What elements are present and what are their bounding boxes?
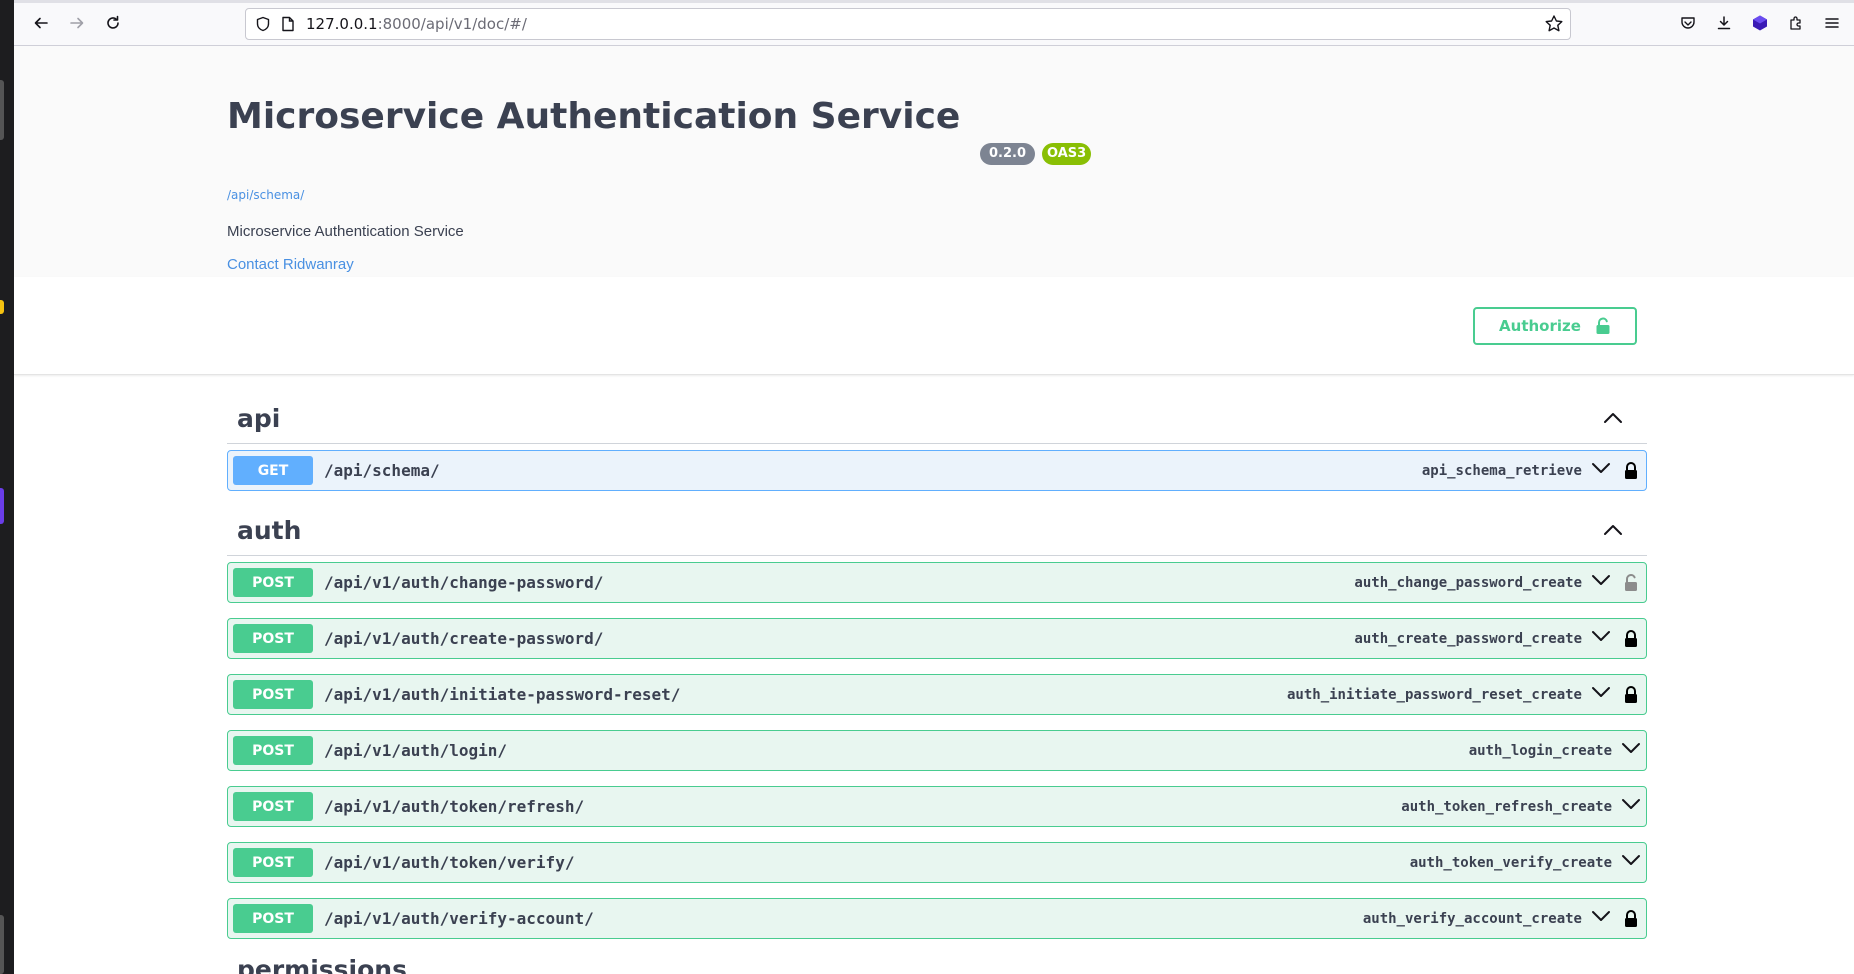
arrow-left-icon — [34, 17, 48, 28]
reload-button[interactable] — [95, 5, 131, 41]
operation-id: auth_initiate_password_reset_create — [1286, 686, 1582, 703]
tag-name-next[interactable]: permissions — [237, 955, 407, 974]
tag-section-api[interactable]: api — [227, 398, 1647, 444]
chevron-up-icon[interactable] — [1603, 524, 1623, 536]
operation-row[interactable]: POST/api/v1/auth/initiate-password-reset… — [227, 674, 1647, 715]
puzzle-icon — [1790, 16, 1801, 30]
operation-row[interactable]: POST/api/v1/auth/change-password/auth_ch… — [227, 562, 1647, 603]
operation-row[interactable]: POST/api/v1/auth/verify-account/auth_ver… — [227, 898, 1647, 939]
bookmark-star-icon[interactable] — [1544, 14, 1564, 34]
operation-path[interactable]: /api/v1/auth/login/ — [324, 741, 507, 760]
method-badge[interactable]: GET — [233, 456, 313, 485]
api-info-section: Microservice Authentication Service 0.2.… — [14, 46, 1854, 277]
back-button[interactable] — [23, 5, 59, 41]
operation-row[interactable]: POST/api/v1/auth/create-password/auth_cr… — [227, 618, 1647, 659]
method-badge[interactable]: POST — [233, 848, 313, 877]
dock-indicator — [0, 300, 4, 314]
lock-icon[interactable] — [1624, 629, 1638, 649]
page-icon[interactable] — [281, 16, 295, 32]
operation-path[interactable]: /api/v1/auth/initiate-password-reset/ — [324, 685, 680, 704]
browser-toolbar: 127.0.0.1:8000/api/v1/doc/#/ — [14, 0, 1854, 46]
shield-icon[interactable] — [255, 16, 271, 32]
chevron-down-icon[interactable] — [1591, 630, 1611, 642]
operation-id: api_schema_retrieve — [1421, 462, 1582, 479]
chevron-down-icon[interactable] — [1591, 910, 1611, 922]
operation-id: auth_verify_account_create — [1362, 910, 1582, 927]
url-text[interactable]: 127.0.0.1:8000/api/v1/doc/#/ — [306, 15, 527, 33]
arrow-right-icon — [70, 17, 84, 28]
extension-button[interactable] — [1742, 5, 1778, 41]
method-badge[interactable]: POST — [233, 568, 313, 597]
extension-cube-icon — [1753, 15, 1767, 31]
browser-window: 127.0.0.1:8000/api/v1/doc/#/ Microservic… — [14, 0, 1854, 974]
tag-name: api — [237, 404, 281, 433]
operation-id: auth_token_verify_create — [1409, 854, 1612, 871]
download-icon — [1717, 16, 1731, 30]
operation-path[interactable]: /api/v1/auth/token/refresh/ — [324, 797, 584, 816]
tag-section-auth[interactable]: auth — [227, 510, 1647, 556]
lock-icon[interactable] — [1624, 909, 1638, 929]
dock-indicator — [0, 488, 4, 524]
authorize-button[interactable]: Authorize — [1473, 307, 1637, 345]
app-menu-button[interactable] — [1814, 5, 1850, 41]
chevron-down-icon[interactable] — [1621, 854, 1641, 866]
operation-path[interactable]: /api/schema/ — [324, 461, 440, 480]
reload-icon — [107, 15, 119, 29]
method-badge[interactable]: POST — [233, 792, 313, 821]
chevron-down-icon[interactable] — [1591, 574, 1611, 586]
operation-id: auth_change_password_create — [1354, 574, 1582, 591]
operation-path[interactable]: /api/v1/auth/change-password/ — [324, 573, 603, 592]
chevron-down-icon[interactable] — [1591, 462, 1611, 474]
chevron-down-icon[interactable] — [1621, 798, 1641, 810]
chevron-up-icon[interactable] — [1603, 412, 1623, 424]
lock-icon[interactable] — [1624, 461, 1638, 481]
os-dock — [0, 0, 14, 974]
dock-indicator — [0, 80, 4, 140]
operation-row[interactable]: GET/api/schema/api_schema_retrieve — [227, 450, 1647, 491]
operation-path[interactable]: /api/v1/auth/verify-account/ — [324, 909, 594, 928]
url-bar[interactable]: 127.0.0.1:8000/api/v1/doc/#/ — [245, 8, 1571, 40]
scheme-container: Authorize — [14, 277, 1854, 375]
chevron-down-icon[interactable] — [1621, 742, 1641, 754]
method-badge[interactable]: POST — [233, 736, 313, 765]
unlocked-icon — [1596, 317, 1610, 334]
api-description: Microservice Authentication Service — [227, 223, 464, 240]
forward-button[interactable] — [59, 5, 95, 41]
operation-row[interactable]: POST/api/v1/auth/token/refresh/auth_toke… — [227, 786, 1647, 827]
oas-badge: OAS3 — [1042, 143, 1092, 165]
chevron-down-icon[interactable] — [1591, 686, 1611, 698]
hamburger-icon — [1825, 18, 1839, 28]
lock-icon[interactable] — [1624, 685, 1638, 705]
authorize-label: Authorize — [1499, 317, 1581, 335]
pocket-icon — [1681, 17, 1695, 29]
schema-link[interactable]: /api/schema/ — [227, 188, 304, 202]
operation-id: auth_token_refresh_create — [1401, 798, 1612, 815]
operation-id: auth_create_password_create — [1354, 630, 1582, 647]
dock-indicator — [0, 915, 4, 974]
unlocked-icon[interactable] — [1624, 573, 1638, 593]
operation-row[interactable]: POST/api/v1/auth/token/verify/auth_token… — [227, 842, 1647, 883]
url-path: :8000/api/v1/doc/#/ — [377, 15, 527, 33]
operation-row[interactable]: POST/api/v1/auth/login/auth_login_create — [227, 730, 1647, 771]
pocket-button[interactable] — [1670, 5, 1706, 41]
toolbar-actions — [1670, 5, 1854, 41]
page-title: Microservice Authentication Service — [227, 96, 961, 137]
method-badge[interactable]: POST — [233, 624, 313, 653]
contact-link[interactable]: Contact Ridwanray — [227, 256, 354, 273]
method-badge[interactable]: POST — [233, 904, 313, 933]
operation-id: auth_login_create — [1468, 742, 1612, 759]
operation-path[interactable]: /api/v1/auth/token/verify/ — [324, 853, 574, 872]
method-badge[interactable]: POST — [233, 680, 313, 709]
version-badge: 0.2.0 — [980, 143, 1036, 165]
downloads-button[interactable] — [1706, 5, 1742, 41]
operation-path[interactable]: /api/v1/auth/create-password/ — [324, 629, 603, 648]
tag-name: auth — [237, 516, 302, 545]
extensions-menu-button[interactable] — [1778, 5, 1814, 41]
url-host: 127.0.0.1 — [306, 15, 378, 33]
tab-strip-edge — [14, 0, 1854, 3]
